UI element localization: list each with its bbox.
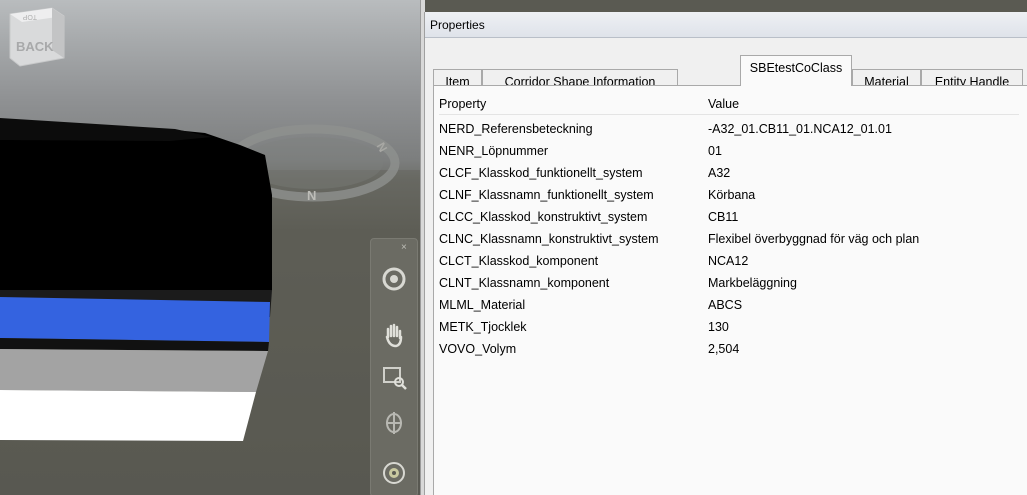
model-top-layer <box>0 124 272 290</box>
model-grey-layer <box>0 349 268 392</box>
property-name: NENR_Löpnummer <box>439 144 549 158</box>
property-name: METK_Tjocklek <box>439 320 527 334</box>
zoom-window-icon[interactable] <box>380 363 408 391</box>
table-row[interactable]: CLNC_Klassnamn_konstruktivt_system Flexi… <box>439 228 1019 250</box>
property-name: VOVO_Volym <box>439 342 517 356</box>
property-name: CLCT_Klasskod_komponent <box>439 254 599 268</box>
close-navbar-icon[interactable]: × <box>401 243 411 253</box>
property-value: NCA12 <box>708 254 749 268</box>
table-row[interactable]: NERD_Referensbeteckning -A32_01.CB11_01.… <box>439 118 1019 140</box>
steering-wheel-icon[interactable] <box>380 265 408 293</box>
table-header: Property Value <box>439 94 1019 115</box>
property-value: 01 <box>708 144 722 158</box>
orbit-icon[interactable] <box>380 409 408 437</box>
table-row[interactable]: CLNF_Klassnamn_funktionellt_system Körba… <box>439 184 1019 206</box>
table-row[interactable]: MLML_Material ABCS <box>439 294 1019 316</box>
property-name: CLNF_Klassnamn_funktionellt_system <box>439 188 654 202</box>
column-header-value[interactable]: Value <box>708 94 739 114</box>
property-value: 2,504 <box>708 342 740 356</box>
3d-viewport[interactable]: N N W TOP BACK × <box>0 0 420 495</box>
compass-n-label: N <box>307 188 316 203</box>
panel-title: Properties <box>425 12 1027 38</box>
tab-sbetestcoclass[interactable]: SBEtestCoClass <box>740 55 852 86</box>
property-value: A32 <box>708 166 731 180</box>
property-value: -A32_01.CB11_01.NCA12_01.01 <box>708 122 892 136</box>
viewcube[interactable]: TOP BACK <box>0 0 70 86</box>
property-value: Körbana <box>708 188 756 202</box>
property-name: CLNT_Klassnamn_komponent <box>439 276 610 290</box>
properties-panel: Properties Item Corridor Shape Informati… <box>424 12 1027 495</box>
tab-bar: Item Corridor Shape Information SBEtestC… <box>433 55 1027 94</box>
navigation-bar: × <box>370 238 418 495</box>
table-row[interactable]: CLCT_Klasskod_komponent NCA12 <box>439 250 1019 272</box>
property-name: NERD_Referensbeteckning <box>439 122 593 136</box>
table-row[interactable]: NENR_Löpnummer 01 <box>439 140 1019 162</box>
property-value: Flexibel överbyggnad för väg och plan <box>708 232 920 246</box>
viewcube-back-label: BACK <box>16 39 54 54</box>
look-eye-icon[interactable] <box>380 459 408 487</box>
model-white-layer <box>0 390 256 441</box>
property-value: ABCS <box>708 298 743 312</box>
pan-hand-icon[interactable] <box>380 321 408 349</box>
viewcube-top-label: TOP <box>22 13 37 20</box>
property-value: CB11 <box>708 210 739 224</box>
table-row[interactable]: CLCF_Klasskod_funktionellt_system A32 <box>439 162 1019 184</box>
table-row[interactable]: METK_Tjocklek 130 <box>439 316 1019 338</box>
property-name: CLCF_Klasskod_funktionellt_system <box>439 166 643 180</box>
table-row[interactable]: VOVO_Volym 2,504 <box>439 338 1019 360</box>
property-name: CLCC_Klasskod_konstruktivt_system <box>439 210 648 224</box>
property-value: Markbeläggning <box>708 276 797 290</box>
property-name: CLNC_Klassnamn_konstruktivt_system <box>439 232 659 246</box>
table-row[interactable]: CLNT_Klassnamn_komponent Markbeläggning <box>439 272 1019 294</box>
column-header-property[interactable]: Property <box>439 94 486 114</box>
property-value: 130 <box>708 320 729 334</box>
table-row[interactable]: CLCC_Klasskod_konstruktivt_system CB11 <box>439 206 1019 228</box>
property-name: MLML_Material <box>439 298 526 312</box>
model-blue-layer <box>0 297 270 342</box>
